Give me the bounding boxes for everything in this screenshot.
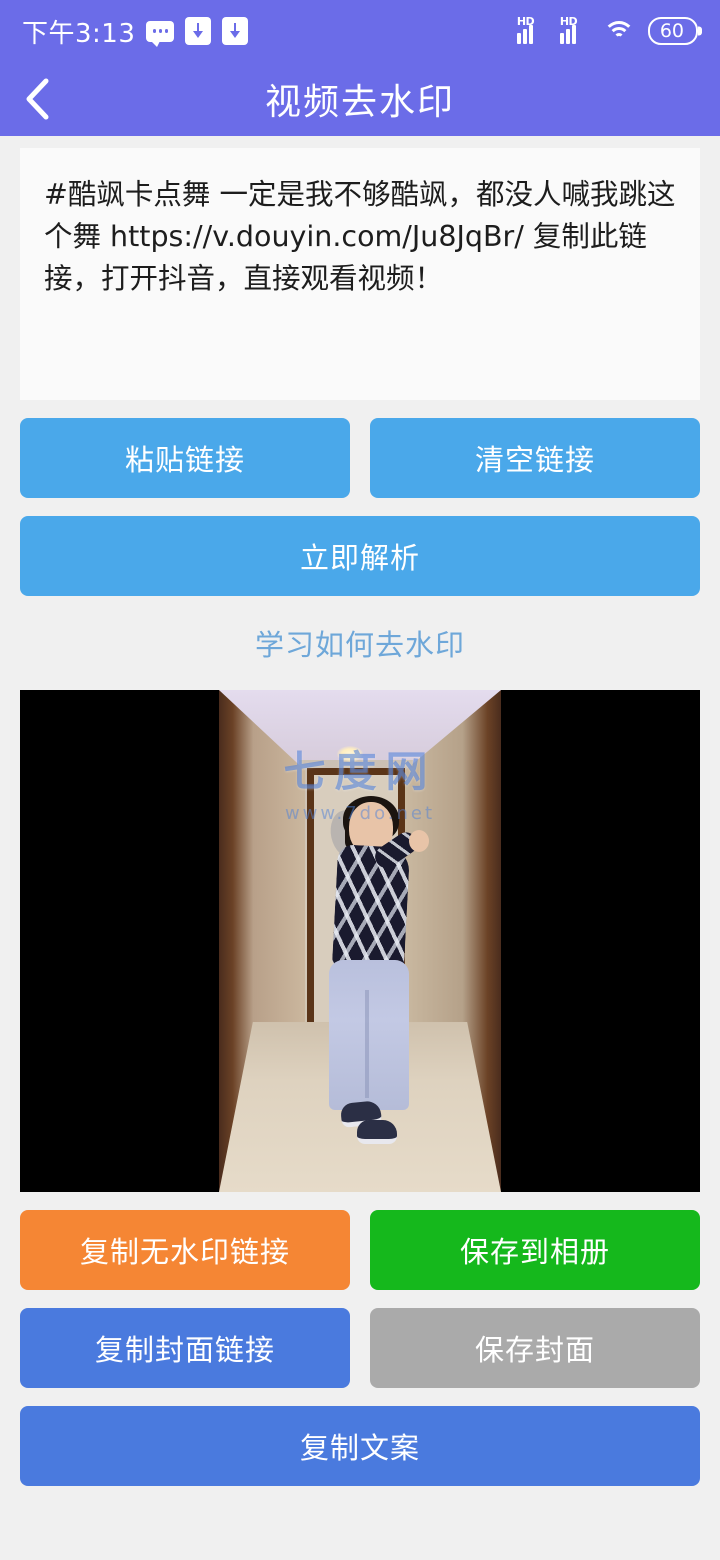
video-preview[interactable]: 七度网 www.7do.net — [20, 690, 700, 1192]
result-row-2: 复制封面链接 保存封面 — [0, 1308, 720, 1388]
status-bar-left: 下午3:13 — [22, 13, 249, 50]
app-screen: 下午3:13 HD HD 60 视频去水印 #酷飒卡点舞 一定是我不够酷飒，都没… — [0, 0, 720, 1560]
shared-text: #酷飒卡点舞 一定是我不够酷飒，都没人喊我跳这个舞 https://v.douy… — [44, 178, 676, 295]
parse-row: 立即解析 — [0, 516, 720, 596]
video-frame: 七度网 www.7do.net — [219, 690, 501, 1192]
save-to-album-button[interactable]: 保存到相册 — [370, 1210, 700, 1290]
wifi-icon — [602, 19, 635, 43]
video-scene-image — [219, 690, 501, 1192]
link-text-area[interactable]: #酷飒卡点舞 一定是我不够酷飒，都没人喊我跳这个舞 https://v.douy… — [20, 148, 700, 400]
learn-howto-link[interactable]: 学习如何去水印 — [0, 622, 720, 664]
hd-label: HD — [516, 15, 535, 28]
back-chevron-icon — [26, 78, 49, 120]
copy-cover-link-button[interactable]: 复制封面链接 — [20, 1308, 350, 1388]
status-time: 下午3:13 — [22, 18, 136, 49]
dancer-figure — [315, 796, 429, 1144]
clear-link-button[interactable]: 清空链接 — [370, 418, 700, 498]
signal-icon: HD — [516, 15, 547, 44]
save-cover-button[interactable]: 保存封面 — [370, 1308, 700, 1388]
back-button[interactable] — [0, 62, 74, 136]
battery-indicator: 60 — [647, 17, 698, 45]
copy-caption-button[interactable]: 复制文案 — [20, 1406, 700, 1486]
status-bar: 下午3:13 HD HD 60 — [0, 0, 720, 62]
signal-icon: HD — [559, 15, 590, 44]
message-icon — [146, 20, 175, 47]
download-icon — [222, 17, 249, 45]
result-row-1: 复制无水印链接 保存到相册 — [0, 1210, 720, 1290]
download-icon — [185, 17, 212, 45]
page-title: 视频去水印 — [264, 82, 455, 123]
link-action-row: 粘贴链接 清空链接 — [0, 418, 720, 498]
copy-nowatermark-link-button[interactable]: 复制无水印链接 — [20, 1210, 350, 1290]
parse-now-button[interactable]: 立即解析 — [20, 516, 700, 596]
status-bar-right: HD HD 60 — [516, 15, 698, 45]
hd-label: HD — [559, 15, 578, 28]
paste-link-button[interactable]: 粘贴链接 — [20, 418, 350, 498]
app-header: 视频去水印 — [0, 62, 720, 136]
result-row-3: 复制文案 — [0, 1406, 720, 1486]
